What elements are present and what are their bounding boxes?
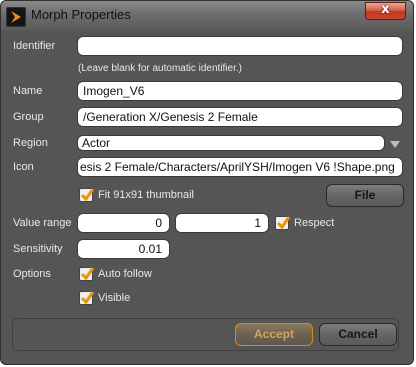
value-range-max-input[interactable]: 1 [175, 213, 269, 233]
region-select[interactable]: Actor [77, 135, 385, 151]
icon-path-input[interactable]: esis 2 Female/Characters/AprilYSH/Imogen… [77, 157, 403, 177]
cancel-button[interactable]: Cancel [319, 323, 397, 346]
close-icon: x [381, 2, 390, 17]
auto-follow-checkbox[interactable] [79, 267, 95, 281]
name-input[interactable]: Imogen_V6 [77, 81, 403, 101]
chevron-down-icon[interactable] [388, 136, 402, 150]
auto-follow-label: Auto follow [98, 268, 152, 280]
visible-checkbox[interactable] [79, 291, 95, 305]
daz-app-icon [6, 7, 26, 27]
fit-thumbnail-checkbox[interactable] [79, 188, 95, 202]
identifier-input[interactable] [77, 36, 403, 56]
sensitivity-label: Sensitivity [13, 243, 63, 255]
icon-label: Icon [13, 161, 34, 173]
close-button[interactable]: x [365, 2, 406, 20]
morph-properties-dialog: Morph Properties x Identifier (Leave bla… [0, 0, 414, 365]
identifier-label: Identifier [13, 40, 56, 52]
respect-checkbox[interactable] [275, 216, 291, 230]
region-label: Region [13, 137, 48, 149]
respect-label: Respect [294, 217, 335, 229]
fit-thumbnail-label: Fit 91x91 thumbnail [98, 189, 194, 201]
identifier-hint: (Leave blank for automatic identifier.) [78, 63, 242, 74]
file-button[interactable]: File [326, 184, 404, 207]
window-title: Morph Properties [31, 7, 131, 22]
group-input[interactable]: /Generation X/Genesis 2 Female [77, 107, 403, 127]
title-bar[interactable]: Morph Properties x [1, 1, 413, 31]
options-label: Options [13, 268, 51, 280]
value-range-label: Value range [13, 217, 72, 229]
group-label: Group [13, 111, 44, 123]
sensitivity-input[interactable]: 0.01 [77, 239, 170, 259]
accept-button[interactable]: Accept [235, 323, 313, 346]
dialog-body: Identifier (Leave blank for automatic id… [5, 31, 411, 362]
visible-label: Visible [98, 292, 131, 304]
name-label: Name [13, 85, 43, 97]
value-range-min-input[interactable]: 0 [77, 213, 170, 233]
